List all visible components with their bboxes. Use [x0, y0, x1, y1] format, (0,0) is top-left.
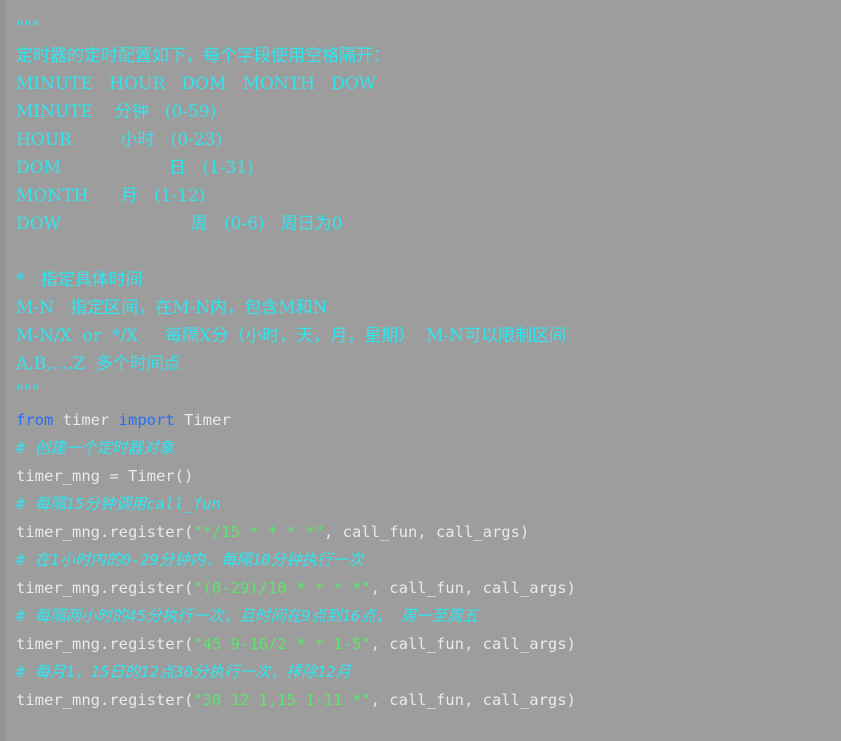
code-line-doc-4: DOM 日 (1-31)	[16, 154, 841, 182]
code-editor[interactable]: """ 定时器的定时配置如下，每个字段使用空格隔开： MINUTE HOUR D…	[0, 0, 841, 741]
code-line-doc-0: 定时器的定时配置如下，每个字段使用空格隔开：	[16, 42, 841, 70]
comment-text: # 每隔两小时的45分执行一次，且时间在9点到16点， 周一至周五	[16, 607, 479, 625]
string-literal: "30 12 1,15 1-11 *"	[193, 691, 371, 709]
code-line-doc-8: M-N 指定区间，在M-N内，包含M和N	[16, 294, 841, 322]
code-line-comment-4: # 每月1，15日的12点30分执行一次，排除12月	[16, 658, 841, 686]
code-text: timer_mng = Timer()	[16, 467, 194, 485]
code-line-statement-1: timer_mng.register("*/15 * * * *", call_…	[16, 518, 841, 546]
code-line-statement-3: timer_mng.register("45 9-16/2 * * 1-5", …	[16, 630, 841, 658]
keyword-import: import	[118, 411, 175, 429]
code-line-doc-1: MINUTE HOUR DOM MONTH DOW	[16, 70, 841, 98]
import-module-name: timer	[53, 411, 119, 429]
doc-text: DOM 日 (1-31)	[16, 158, 254, 178]
code-line-statement-4: timer_mng.register("30 12 1,15 1-11 *", …	[16, 686, 841, 714]
code-text: timer_mng.register(	[16, 579, 194, 597]
code-line-blank-1	[16, 238, 841, 266]
doc-text: A,B,...,Z 多个时间点	[16, 354, 181, 374]
doc-text: * 指定具体时间	[16, 270, 143, 290]
comment-text: # 创建一个定时器对象	[16, 439, 175, 457]
docstring-close-quote: """	[16, 382, 40, 402]
doc-text: HOUR 小时 (0-23)	[16, 130, 223, 150]
code-line-statement-2: timer_mng.register("(0-29)/10 * * * *", …	[16, 574, 841, 602]
code-text: timer_mng.register(	[16, 635, 194, 653]
string-literal: "*/15 * * * *"	[193, 523, 324, 541]
code-content-area[interactable]: """ 定时器的定时配置如下，每个字段使用空格隔开： MINUTE HOUR D…	[5, 0, 841, 741]
code-text: , call_fun, call_args)	[323, 523, 530, 541]
code-text: timer_mng.register(	[16, 691, 194, 709]
code-text: , call_fun, call_args)	[370, 635, 576, 653]
import-symbol-name: Timer	[174, 411, 231, 429]
code-line-doc-6: DOW 周 (0-6) 周日为0	[16, 210, 841, 238]
code-line-comment-2: # 在1小时内的0-29分钟内，每隔10分钟执行一次	[16, 546, 841, 574]
code-line-docstring-close: """	[16, 378, 841, 406]
code-line-doc-5: MONTH 月 (1-12)	[16, 182, 841, 210]
code-text: , call_fun, call_args)	[370, 691, 576, 709]
doc-text: MONTH 月 (1-12)	[16, 186, 206, 206]
comment-text: # 每隔15分钟调用call_fun	[16, 495, 221, 513]
doc-text: 定时器的定时配置如下，每个字段使用空格隔开：	[16, 46, 390, 66]
comment-text: # 在1小时内的0-29分钟内，每隔10分钟执行一次	[16, 551, 364, 569]
code-line-comment-1: # 每隔15分钟调用call_fun	[16, 490, 841, 518]
code-line-doc-10: A,B,...,Z 多个时间点	[16, 350, 841, 378]
comment-text: # 每月1，15日的12点30分执行一次，排除12月	[16, 663, 352, 681]
code-text: timer_mng.register(	[16, 523, 194, 541]
code-line-doc-9: M-N/X or */X 每隔X分（小时，天，月，星期） M-N可以限制区间	[16, 322, 841, 350]
code-text: , call_fun, call_args)	[370, 579, 576, 597]
doc-text: MINUTE 分钟 (0-59)	[16, 102, 217, 122]
code-line-doc-2: MINUTE 分钟 (0-59)	[16, 98, 841, 126]
string-literal: "45 9-16/2 * * 1-5"	[193, 635, 371, 653]
code-line-doc-3: HOUR 小时 (0-23)	[16, 126, 841, 154]
code-line-docstring-open: """	[16, 14, 841, 42]
doc-text: DOW 周 (0-6) 周日为0	[16, 214, 343, 234]
doc-text: M-N/X or */X 每隔X分（小时，天，月，星期） M-N可以限制区间	[16, 326, 567, 346]
doc-text: M-N 指定区间，在M-N内，包含M和N	[16, 298, 328, 318]
string-literal: "(0-29)/10 * * * *"	[193, 579, 371, 597]
code-line-doc-7: * 指定具体时间	[16, 266, 841, 294]
docstring-open-quote: """	[16, 18, 40, 38]
code-line-statement-0: timer_mng = Timer()	[16, 462, 841, 490]
doc-text: MINUTE HOUR DOM MONTH DOW	[16, 74, 377, 94]
code-line-comment-0: # 创建一个定时器对象	[16, 434, 841, 462]
code-line-comment-3: # 每隔两小时的45分执行一次，且时间在9点到16点， 周一至周五	[16, 602, 841, 630]
code-line-import: from timer import Timer	[16, 406, 841, 434]
keyword-from: from	[16, 411, 54, 429]
